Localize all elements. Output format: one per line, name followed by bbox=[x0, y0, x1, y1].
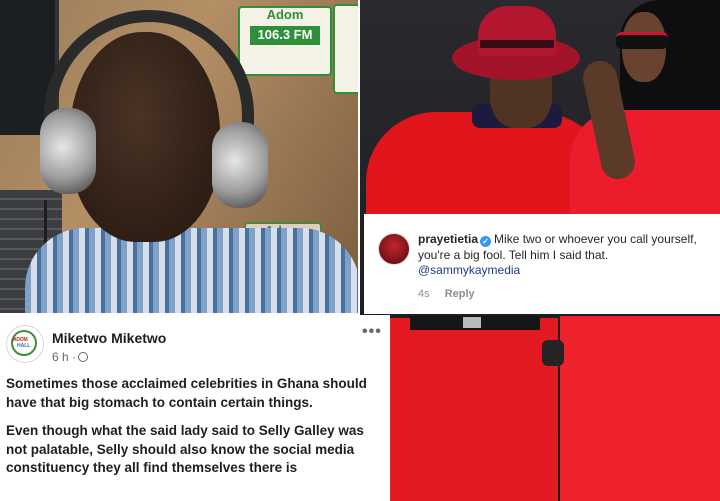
facebook-post: ADOM HALL Miketwo Miketwo 6 h · ••• Some… bbox=[0, 315, 390, 501]
adom-fm-sign: Adom 106.3 FM bbox=[238, 6, 332, 76]
post-author-name[interactable]: Miketwo Miketwo bbox=[52, 330, 166, 346]
radio-studio-photo: Adom 106.3 FM Adom bbox=[0, 0, 358, 313]
post-text: Sometimes those acclaimed celebrities in… bbox=[6, 375, 378, 488]
hat-band bbox=[480, 40, 554, 48]
plaid-shirt bbox=[25, 228, 358, 313]
verified-badge-icon: ✓ bbox=[480, 236, 492, 247]
post-timestamp[interactable]: 6 h · bbox=[52, 350, 89, 364]
instagram-comment: prayetietia ✓ Mike two or whoever you call… bbox=[364, 214, 720, 314]
side-sign bbox=[333, 4, 358, 94]
author-avatar[interactable]: ADOM HALL bbox=[6, 325, 44, 363]
man-red-pants bbox=[378, 318, 558, 501]
red-hat-crown bbox=[478, 6, 556, 56]
avatar-logo-text-2: HALL bbox=[17, 343, 31, 349]
headphone-earcup-left bbox=[40, 108, 96, 194]
adom-sign-frequency: 106.3 FM bbox=[250, 26, 320, 45]
sunglasses bbox=[616, 32, 668, 49]
wrist-watch bbox=[542, 340, 564, 366]
post-paragraph-1: Sometimes those acclaimed celebrities in… bbox=[6, 376, 367, 410]
headphone-earcup-right bbox=[212, 122, 268, 208]
post-paragraph-2: Even though what the said lady said to S… bbox=[6, 423, 364, 475]
comment-mention[interactable]: @sammykaymedia bbox=[418, 263, 520, 277]
more-options-button[interactable]: ••• bbox=[362, 323, 382, 341]
commenter-username[interactable]: prayetietia bbox=[418, 232, 478, 246]
adom-sign-brand: Adom bbox=[266, 7, 304, 22]
post-time-text: 6 h · bbox=[52, 350, 77, 364]
reply-button[interactable]: Reply bbox=[445, 288, 475, 300]
comment-body: prayetietia ✓ Mike two or whoever you call… bbox=[418, 232, 714, 279]
belt-buckle bbox=[463, 317, 481, 328]
comment-time: 4s bbox=[418, 288, 430, 300]
woman-red-pants bbox=[560, 316, 720, 501]
comment-meta: 4s Reply bbox=[418, 288, 475, 300]
commenter-avatar[interactable] bbox=[378, 233, 410, 265]
globe-icon bbox=[78, 352, 89, 362]
